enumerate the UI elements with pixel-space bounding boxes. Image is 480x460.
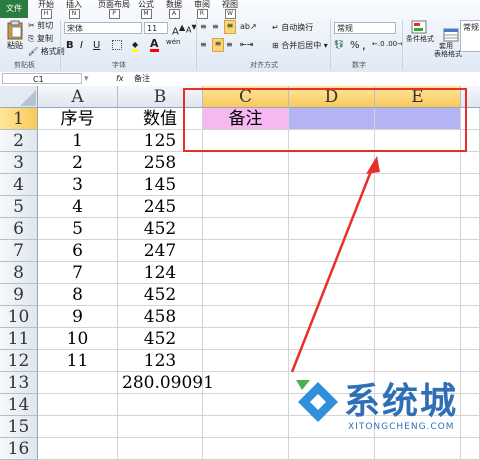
watermark: 系统城 XITONGCHENG.COM bbox=[290, 372, 480, 444]
watermark-brand: 系统城 bbox=[344, 381, 459, 422]
watermark-domain: XITONGCHENG.COM bbox=[348, 422, 455, 432]
watermark-logo-icon bbox=[296, 380, 338, 422]
